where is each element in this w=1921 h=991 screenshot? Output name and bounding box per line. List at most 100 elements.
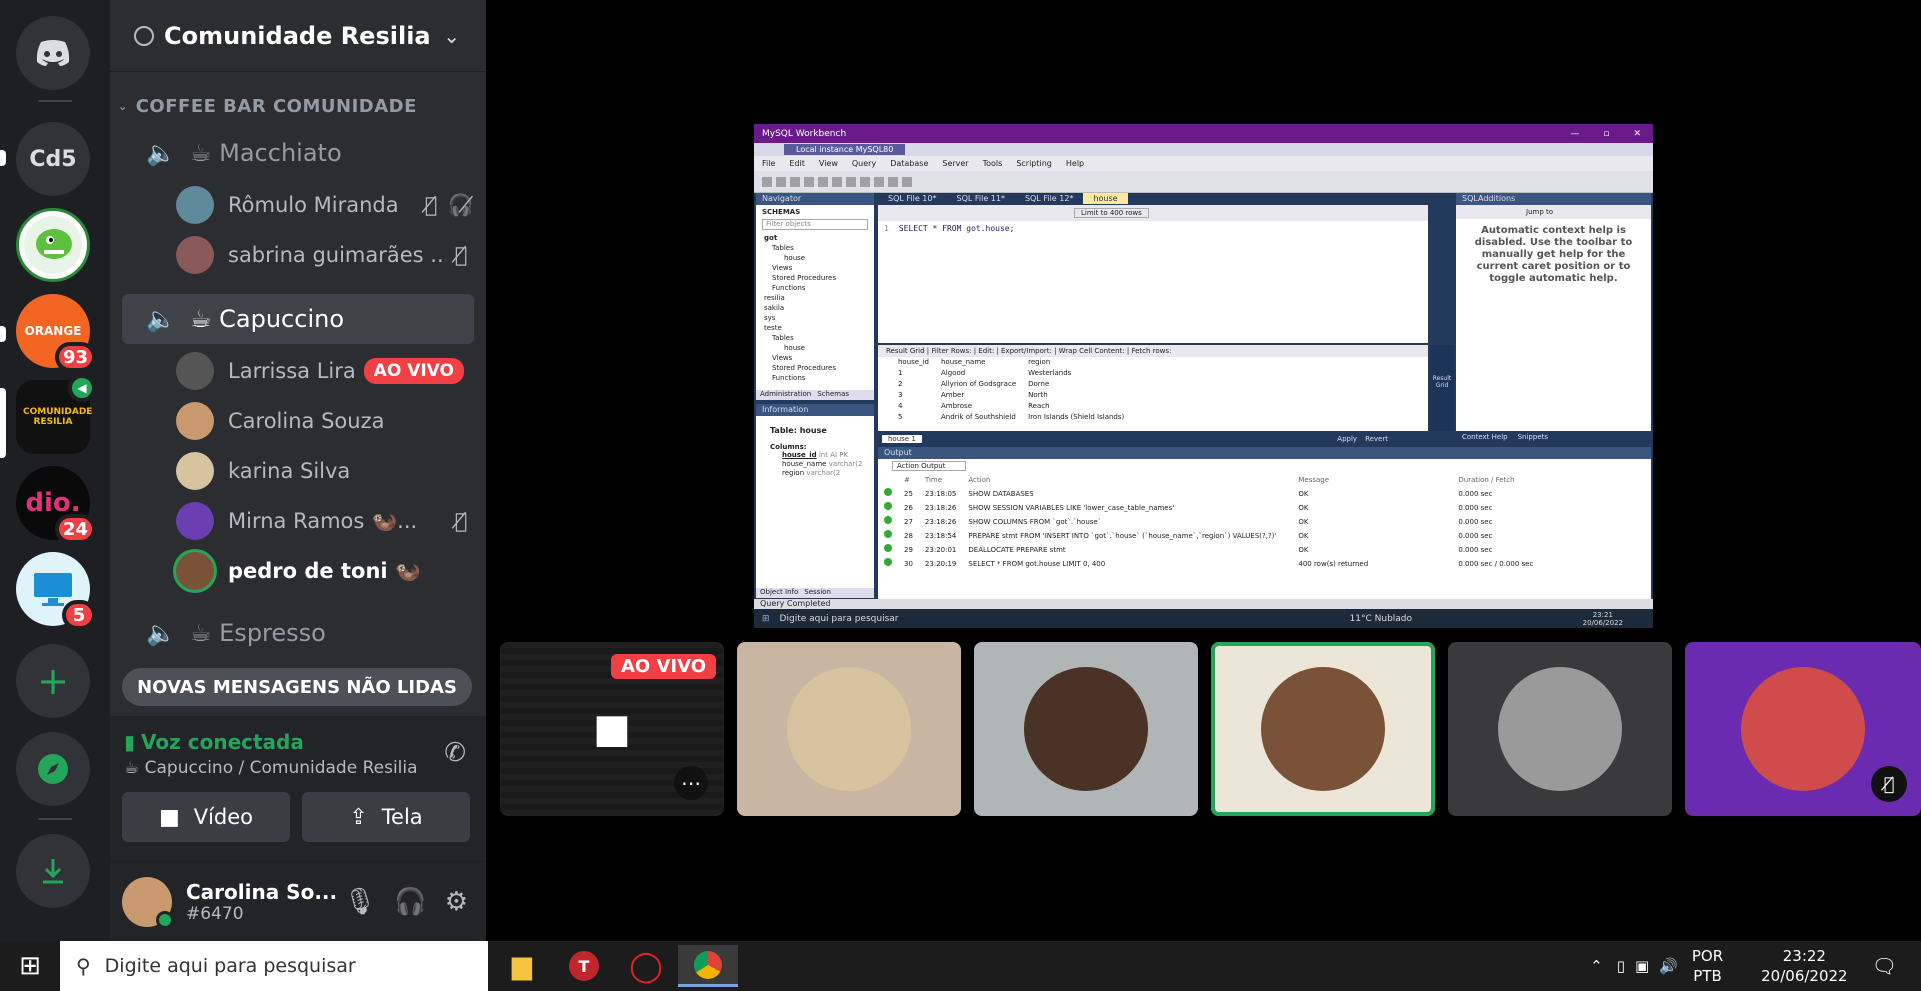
network-icon[interactable]: ▣ (1635, 957, 1649, 975)
more-options-icon[interactable]: ⋯ (674, 766, 708, 800)
category-header[interactable]: ⌄ COFFEE BAR COMUNIDADE (118, 96, 417, 117)
table-row: 4 Ambrose Reach (898, 402, 1050, 410)
gear-icon[interactable]: ⚙ (445, 887, 468, 917)
sql-tab: SQL File 11* (956, 194, 1005, 203)
channel-name: ☕ Espresso (190, 619, 326, 647)
selected-indicator (0, 388, 6, 458)
shared-screen-stream[interactable]: MySQL Workbench — ▫ ✕ Local instance MySQL8… (754, 124, 1653, 628)
screen-share-button[interactable]: ⇪ Tela (302, 792, 470, 842)
clock[interactable]: 23:22 20/06/2022 (1761, 946, 1847, 986)
maximize-icon: ▫ (1603, 128, 1610, 139)
user-panel: Carolina So... #6470 🎙 🎧 ⚙ (110, 862, 486, 941)
voice-channel-link[interactable]: ☕ Capuccino / Comunidade Resilia (124, 758, 418, 778)
voice-channel-macchiato[interactable]: 🔈 ☕ Macchiato (122, 128, 474, 178)
minimize-icon: — (1570, 128, 1580, 139)
unread-indicator (0, 150, 6, 166)
server-monitor[interactable]: 5 (16, 552, 96, 630)
user-info[interactable]: Carolina So... #6470 (186, 880, 343, 924)
voice-user[interactable]: pedro de toni 🦦 (176, 548, 476, 594)
add-server-button[interactable]: + (16, 644, 90, 718)
server-cd5[interactable]: Cd5 (16, 122, 90, 196)
schema-tree: got Tables house Views Stored Procedures… (756, 233, 874, 383)
voice-channel-espresso[interactable]: 🔈 ☕ Espresso (122, 608, 474, 658)
menu-item: Query (851, 159, 877, 168)
action-output-select: Action Output (892, 461, 967, 471)
volume-icon[interactable]: 🔊 (1659, 957, 1678, 975)
chrome-icon (694, 950, 722, 979)
table-row: 26 23:18:26 SHOW SESSION VARIABLES LIKE 'l… (878, 501, 1539, 515)
download-apps-button[interactable] (16, 834, 90, 908)
notification-icon[interactable]: 🗨 (1872, 954, 1897, 978)
headphones-icon[interactable]: 🎧 (394, 887, 426, 917)
result-toolbar: Result Grid | Filter Rows: | Edit: | Exp… (878, 345, 1428, 357)
pane-header: Output (878, 447, 1651, 459)
windows-start-icon: ⊞ (762, 613, 770, 624)
video-button[interactable]: ■ Vídeo (122, 792, 290, 842)
taskbar-search[interactable]: ⚲ Digite aqui para pesquisar (60, 941, 488, 991)
avatar[interactable] (122, 876, 174, 929)
participant-tile-speaking[interactable] (1211, 642, 1435, 816)
screen-share-tile[interactable]: AO VIVO ■ ⋯ (500, 642, 724, 816)
menu-item: Server (942, 159, 969, 168)
language-indicator[interactable]: POR PTB (1692, 946, 1723, 986)
participant-tile[interactable] (1448, 642, 1672, 816)
search-placeholder: Digite aqui para pesquisar (104, 955, 356, 977)
server-comunidade-resilia[interactable]: COMUNIDADE RESILIA ◀ (16, 374, 96, 454)
participant-avatar (1261, 667, 1385, 791)
microphone-icon[interactable]: 🎙 (343, 887, 376, 917)
limit-select: Limit to 400 rows (1074, 208, 1149, 218)
chevron-up-icon[interactable]: ⌃ (1590, 957, 1603, 975)
result-table: house_id house_name region 1 Algood Westerla… (892, 357, 1130, 423)
chrome-browser-button[interactable] (678, 945, 738, 987)
workbench-titlebar: MySQL Workbench — ▫ ✕ (754, 124, 1653, 143)
navigator-tabs: Administration Schemas (756, 390, 874, 400)
server-dio[interactable]: dio. 24 (16, 466, 96, 544)
participant-avatar (787, 667, 911, 791)
muted-icon: 🎙̸ (454, 243, 468, 267)
tree-item: Stored Procedures (772, 364, 836, 372)
help-tabs: Context Help Snippets (1462, 433, 1549, 441)
sql-tabs: SQL File 10* SQL File 11* SQL File 12* hous… (878, 193, 1428, 205)
device-icon[interactable]: ▯ (1617, 957, 1625, 975)
discord-home-button[interactable] (16, 16, 90, 90)
file-explorer-button[interactable]: ▆ (492, 945, 552, 987)
muted-icon: 🎙̸ (1871, 766, 1907, 802)
voice-user[interactable]: Mirna Ramos 🦦... 🎙̸ (176, 498, 476, 544)
screen-share-icon: ⇪ (349, 804, 368, 830)
inner-weather: 11°C Nublado (1349, 613, 1413, 624)
voice-user[interactable]: sabrina guimarães ... 🎙̸ (176, 232, 476, 278)
close-icon: ✕ (1633, 128, 1641, 139)
voice-user[interactable]: Larrissa Lira AO VIVO (176, 348, 476, 394)
menu-item: Tools (982, 159, 1003, 168)
inner-taskbar: ⊞ Digite aqui para pesquisar 11°C Nublad… (754, 609, 1653, 628)
voice-user[interactable]: Rômulo Miranda 🎙̸ 🎧̸ (176, 182, 476, 228)
speaker-icon: 🔈 (146, 139, 176, 167)
dinosaur-icon (24, 216, 82, 274)
tree-item: Views (772, 354, 793, 362)
opera-browser-button[interactable]: ◯ (616, 945, 676, 987)
success-icon (884, 502, 892, 510)
connection-tab: Local instance MySQL80 (784, 144, 906, 155)
disconnect-icon[interactable]: ✆ (444, 738, 466, 768)
window-controls: — ▫ ✕ (1570, 129, 1653, 139)
server-rail: Cd5 ORANGE 93 COMUNIDADE RESILIA ◀ dio. … (0, 0, 110, 941)
inner-clock: 23:21 20/06/2022 (1582, 610, 1623, 627)
success-icon (884, 530, 892, 538)
explore-servers-button[interactable] (16, 732, 90, 806)
teams-app-button[interactable]: T (554, 945, 614, 987)
channel-name: ☕ Capuccino (190, 305, 345, 333)
windows-start-button[interactable]: ⊞ (0, 945, 60, 987)
server-orange[interactable]: ORANGE 93 (16, 294, 96, 372)
participant-tile[interactable] (737, 642, 961, 816)
participant-tile[interactable] (974, 642, 1198, 816)
table-row: 1 Algood Westerlands (898, 369, 1072, 377)
server-dino[interactable] (16, 208, 90, 282)
voice-channel-capuccino[interactable]: 🔈 ☕ Capuccino (122, 294, 474, 344)
unread-messages-banner[interactable]: NOVAS MENSAGENS NÃO LIDAS (122, 668, 472, 706)
participant-tile[interactable]: 🎙̸ (1685, 642, 1921, 816)
server-header[interactable]: Comunidade Resilia ⌄ (110, 0, 486, 72)
menu-item: Help (1065, 159, 1085, 168)
navigator-pane: Navigator SCHEMAS Filter objects got Tab… (756, 193, 874, 400)
voice-user[interactable]: karina Silva (176, 448, 476, 494)
voice-user[interactable]: Carolina Souza (176, 398, 476, 444)
